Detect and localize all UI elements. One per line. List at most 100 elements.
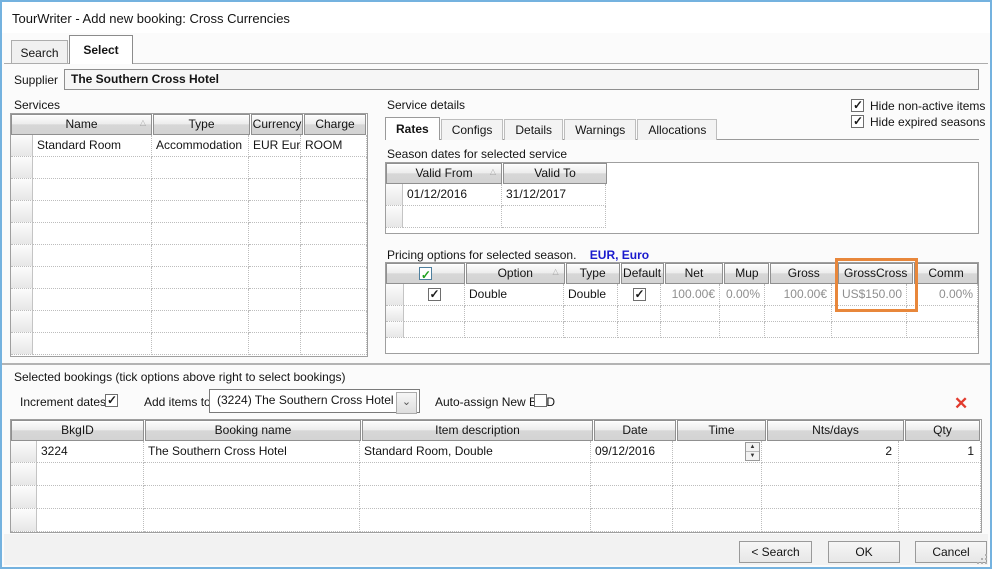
cell-grosscross[interactable]: US$150.00 (832, 284, 907, 306)
empty-row[interactable] (11, 201, 367, 223)
delete-icon[interactable]: ✕ (954, 394, 968, 414)
services-col-name[interactable]: Name△ (11, 114, 152, 135)
cell-mup[interactable]: 0.00% (720, 284, 765, 306)
services-col-currency[interactable]: Currency (251, 114, 303, 135)
cell-selected[interactable] (404, 284, 465, 306)
empty-row[interactable] (11, 223, 367, 245)
pricing-col-option[interactable]: Option△ (466, 263, 565, 284)
bookings-col-date[interactable]: Date (594, 420, 676, 441)
bookings-col-booking-name[interactable]: Booking name (145, 420, 361, 441)
bookings-col-qty[interactable]: Qty (905, 420, 980, 441)
increment-dates-checkbox[interactable] (105, 394, 118, 407)
cell-booking-name[interactable]: The Southern Cross Hotel (144, 441, 360, 463)
tab-configs[interactable]: Configs (441, 119, 504, 140)
pricing-col-default[interactable]: Default (621, 263, 664, 284)
pricing-col-type[interactable]: Type (566, 263, 620, 284)
seasons-col-valid-to[interactable]: Valid To (503, 163, 607, 184)
empty-row[interactable] (386, 322, 978, 338)
cell-valid-to[interactable]: 31/12/2017 (502, 184, 606, 206)
bookings-col-time[interactable]: Time (677, 420, 766, 441)
back-to-search-button[interactable]: < Search (739, 541, 812, 563)
cell-default[interactable] (618, 284, 661, 306)
empty-row[interactable] (11, 509, 981, 532)
cell-type[interactable]: Accommodation (152, 135, 249, 157)
cell-time[interactable]: ▲ ▼ (673, 441, 762, 463)
empty-row[interactable] (11, 311, 367, 333)
pricing-col-comm[interactable]: Comm (914, 263, 978, 284)
seasons-col-valid-from[interactable]: Valid From△ (386, 163, 502, 184)
season-row[interactable]: 01/12/2016 31/12/2017 (386, 184, 978, 206)
spinner-down-icon[interactable]: ▼ (746, 452, 759, 460)
tab-select[interactable]: Select (69, 35, 133, 64)
pricing-label-text: Pricing options for selected season. (387, 248, 576, 262)
cell (152, 245, 249, 267)
empty-row[interactable] (386, 206, 978, 228)
chevron-down-icon[interactable]: ⌄ (396, 392, 417, 414)
empty-row[interactable] (11, 333, 367, 355)
cell-nts-days[interactable]: 2 (762, 441, 899, 463)
tab-search[interactable]: Search (11, 40, 68, 64)
cell (661, 322, 720, 338)
empty-row[interactable] (386, 306, 978, 322)
empty-row[interactable] (11, 463, 981, 486)
booking-row[interactable]: 3224 The Southern Cross Hotel Standard R… (11, 441, 981, 463)
cell-gross[interactable]: 100.00€ (765, 284, 832, 306)
resize-grip[interactable] (977, 554, 987, 564)
pricing-col-select-all[interactable] (386, 263, 465, 284)
hide-expired-checkbox[interactable] (851, 115, 864, 128)
select-all-checkbox[interactable] (419, 267, 432, 280)
row-selector[interactable] (386, 284, 404, 306)
pricing-col-mup[interactable]: Mup (724, 263, 769, 284)
empty-row[interactable] (11, 157, 367, 179)
cell (249, 223, 301, 245)
sort-asc-icon: △ (490, 168, 496, 176)
window-title: TourWriter - Add new booking: Cross Curr… (12, 11, 290, 26)
row-selector[interactable] (386, 184, 403, 206)
cell-charge[interactable]: ROOM (301, 135, 367, 157)
row-selector (11, 509, 37, 532)
cell-item-description[interactable]: Standard Room, Double (360, 441, 591, 463)
row-selector[interactable] (11, 135, 33, 157)
bookings-col-nts-days[interactable]: Nts/days (767, 420, 904, 441)
cell-option[interactable]: Double (465, 284, 564, 306)
supplier-field[interactable]: The Southern Cross Hotel (64, 69, 979, 90)
cell-date[interactable]: 09/12/2016 (591, 441, 673, 463)
row-select-checkbox[interactable] (428, 288, 441, 301)
empty-row[interactable] (11, 179, 367, 201)
empty-row[interactable] (11, 245, 367, 267)
ok-button[interactable]: OK (828, 541, 900, 563)
cell-bkgid[interactable]: 3224 (37, 441, 144, 463)
cell-comm[interactable]: 0.00% (907, 284, 978, 306)
tab-details[interactable]: Details (504, 119, 563, 140)
services-col-charge[interactable]: Charge (304, 114, 366, 135)
tab-allocations[interactable]: Allocations (637, 119, 717, 140)
bookings-col-bkgid[interactable]: BkgID (11, 420, 144, 441)
cell-valid-from[interactable]: 01/12/2016 (403, 184, 502, 206)
cell-type[interactable]: Double (564, 284, 618, 306)
services-col-type[interactable]: Type (153, 114, 250, 135)
bookings-col-item-description[interactable]: Item description (362, 420, 593, 441)
default-checkbox[interactable] (633, 288, 646, 301)
services-row[interactable]: Standard Room Accommodation EUR Euro ROO… (11, 135, 367, 157)
auto-assign-checkbox[interactable] (534, 394, 547, 407)
pricing-col-gross[interactable]: Gross (770, 263, 837, 284)
empty-row[interactable] (11, 486, 981, 509)
add-items-to-combobox[interactable]: (3224) The Southern Cross Hotel ⌄ (209, 389, 420, 413)
empty-row[interactable] (11, 289, 367, 311)
cell-name[interactable]: Standard Room (33, 135, 152, 157)
cell-net[interactable]: 100.00€ (661, 284, 720, 306)
hide-non-active-checkbox[interactable] (851, 99, 864, 112)
cell (907, 306, 978, 322)
pricing-row[interactable]: Double Double 100.00€ 0.00% 100.00€ US$1… (386, 284, 978, 306)
tab-warnings[interactable]: Warnings (564, 119, 636, 140)
row-selector[interactable] (11, 441, 37, 463)
pricing-col-net[interactable]: Net (665, 263, 724, 284)
empty-row[interactable] (11, 267, 367, 289)
pricing-col-grosscross[interactable]: GrossCross (838, 263, 913, 284)
cell-qty[interactable]: 1 (899, 441, 981, 463)
spinner-up-icon[interactable]: ▲ (746, 443, 759, 452)
cell-currency[interactable]: EUR Euro (249, 135, 301, 157)
cell (673, 509, 762, 532)
tab-rates[interactable]: Rates (385, 117, 440, 140)
cell (673, 486, 762, 509)
